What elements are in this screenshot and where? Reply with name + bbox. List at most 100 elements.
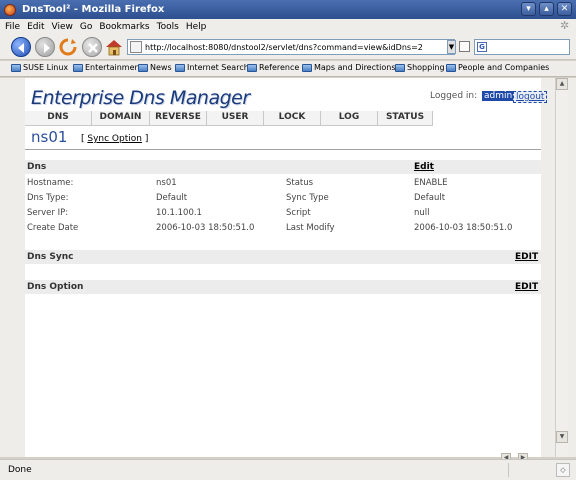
field-value: 2006-10-03 18:50:51.0 [156, 223, 255, 233]
search-bar[interactable]: G [474, 39, 570, 55]
sync-option-link[interactable]: [ Sync Option ] [81, 134, 148, 144]
throbber-icon: ✲ [560, 19, 570, 32]
back-icon[interactable] [11, 37, 31, 57]
tab-dns[interactable]: DNS [25, 111, 92, 126]
field-label: Server IP: [27, 208, 69, 218]
app-logo: Enterprise Dns Manager [31, 87, 250, 109]
user-link[interactable]: admin [482, 91, 515, 101]
maximize-icon[interactable]: ▴ [539, 2, 554, 16]
url-bar[interactable] [127, 39, 455, 55]
vertical-scrollbar[interactable]: ▲ ▼ [555, 78, 568, 457]
tab-status[interactable]: STATUS [378, 111, 433, 126]
login-info: Logged in: admin logout [430, 91, 548, 103]
bookmark-suse-linux[interactable]: SUSE Linux [11, 63, 68, 72]
field-value: 2006-10-03 18:50:51.0 [414, 223, 513, 233]
menu-edit[interactable]: Edit [27, 22, 44, 32]
bookmark-reference[interactable]: Reference [247, 63, 299, 72]
menu-bar: File Edit View Go Bookmarks Tools Help ✲ [0, 19, 576, 34]
menu-view[interactable]: View [52, 22, 73, 32]
window-controls: ▾ ▴ ✕ [521, 2, 572, 16]
field-value: ENABLE [414, 178, 448, 188]
bookmark-news[interactable]: News [138, 63, 172, 72]
field-value: Default [156, 193, 188, 203]
dns-option-section: Dns Option EDIT [25, 280, 541, 294]
bookmark-internet-search[interactable]: Internet Search [175, 63, 249, 72]
field-label: Sync Type [286, 193, 329, 203]
tab-user[interactable]: USER [207, 111, 264, 126]
home-icon[interactable] [104, 37, 124, 57]
bookmark-people-and-companies[interactable]: People and Companies [446, 63, 549, 72]
dns-section-header: Dns Edit [25, 160, 541, 174]
window-title: DnsTool² - Mozilla Firefox [22, 4, 165, 15]
field-value: Default [414, 193, 446, 203]
menu-go[interactable]: Go [80, 22, 92, 32]
status-cell [508, 463, 548, 477]
folder-icon [138, 63, 148, 72]
field-label: Create Date [27, 223, 79, 233]
field-label: Script [286, 208, 311, 218]
field-value: 10.1.100.1 [156, 208, 202, 218]
dns-sync-header: Dns Sync EDIT [25, 250, 541, 264]
menu-help[interactable]: Help [186, 22, 207, 32]
menu-tools[interactable]: Tools [157, 22, 179, 32]
page-title: ns01 [31, 128, 68, 146]
stop-icon[interactable] [82, 37, 102, 57]
dns-option-title: Dns Option [27, 282, 84, 292]
folder-icon [73, 63, 83, 72]
field-label: Hostname: [27, 178, 74, 188]
tab-reverse[interactable]: REVERSE [150, 111, 207, 126]
logout-link[interactable]: logout [513, 91, 548, 103]
web-page: Enterprise Dns Manager Logged in: admin … [25, 78, 548, 457]
dns-option-header: Dns Option EDIT [25, 280, 541, 294]
dns-section: Dns Edit [25, 160, 541, 174]
firefox-icon [4, 3, 16, 16]
bookmark-maps-and-directions[interactable]: Maps and Directions [302, 63, 396, 72]
folder-icon [302, 63, 312, 72]
field-label: Status [286, 178, 314, 188]
menu-file[interactable]: File [5, 22, 20, 32]
status-text: Done [8, 465, 32, 475]
url-input[interactable] [145, 42, 445, 52]
window-titlebar: DnsTool² - Mozilla Firefox ▾ ▴ ✕ [0, 0, 576, 19]
close-icon[interactable]: ✕ [557, 2, 572, 16]
page-icon [130, 41, 142, 53]
tab-lock[interactable]: LOCK [264, 111, 321, 126]
sync-option-label[interactable]: Sync Option [87, 134, 142, 144]
login-label: Logged in: [430, 91, 478, 101]
folder-icon [395, 63, 405, 72]
search-input[interactable] [490, 42, 568, 52]
reload-icon[interactable] [58, 37, 78, 57]
forward-icon[interactable] [35, 37, 55, 57]
bookmark-shopping[interactable]: Shopping [395, 63, 445, 72]
scroll-up-icon[interactable]: ▲ [556, 78, 568, 90]
dns-sync-title: Dns Sync [27, 252, 74, 262]
main-tabs: DNS DOMAIN REVERSE USER LOCK LOG STATUS [25, 111, 433, 127]
security-icon: ◇ [556, 463, 570, 477]
browser-content: Enterprise Dns Manager Logged in: admin … [0, 78, 576, 457]
tab-log[interactable]: LOG [321, 111, 378, 126]
tab-domain[interactable]: DOMAIN [92, 111, 150, 126]
dns-edit-link[interactable]: Edit [414, 162, 434, 172]
minimize-icon[interactable]: ▾ [521, 2, 536, 16]
bookmark-entertainment[interactable]: Entertainment [73, 63, 143, 72]
dns-sync-edit-link[interactable]: EDIT [515, 252, 538, 262]
folder-icon [247, 63, 257, 72]
field-value: null [414, 208, 430, 218]
status-bar: Done ◇ [0, 459, 576, 480]
field-label: Last Modify [286, 223, 335, 233]
menu-bookmarks[interactable]: Bookmarks [99, 22, 149, 32]
field-value: ns01 [156, 178, 177, 188]
navigation-toolbar: ▼ G [0, 34, 576, 60]
folder-icon [446, 63, 456, 72]
folder-icon [175, 63, 185, 72]
dns-option-edit-link[interactable]: EDIT [515, 282, 538, 292]
divider [25, 149, 541, 150]
google-icon[interactable]: G [477, 42, 487, 52]
dns-section-title: Dns [27, 162, 47, 172]
url-dropdown-icon[interactable]: ▼ [447, 40, 456, 54]
folder-icon [11, 63, 21, 72]
bookmarks-toolbar: SUSE Linux Entertainment News Internet S… [0, 61, 576, 77]
scroll-down-icon[interactable]: ▼ [556, 431, 568, 443]
go-icon[interactable] [459, 41, 470, 52]
dns-sync-section: Dns Sync EDIT [25, 250, 541, 264]
